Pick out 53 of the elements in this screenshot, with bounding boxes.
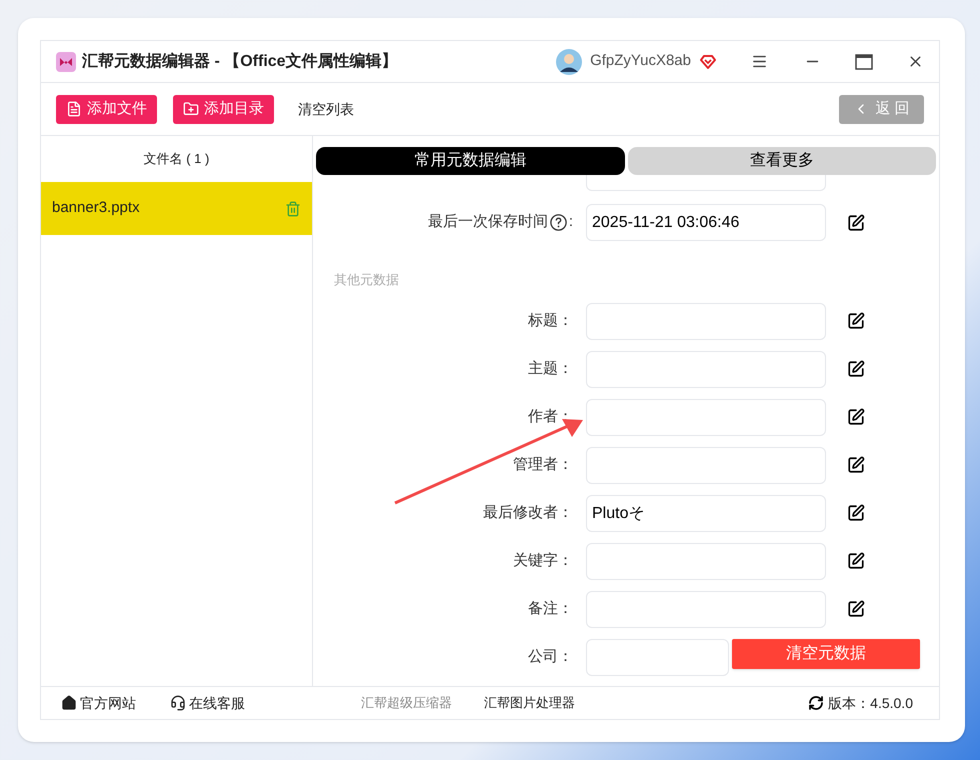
field-label: 标题： xyxy=(528,310,573,331)
username: GfpZyYucX8ab xyxy=(590,51,691,72)
field-label: 主题： xyxy=(528,358,573,379)
file-name: banner3.pptx xyxy=(52,198,140,218)
tab[interactable]: 查看更多 xyxy=(628,147,936,175)
maximize-icon[interactable] xyxy=(855,54,873,70)
avatar-icon[interactable] xyxy=(556,48,582,74)
product-link[interactable]: 汇帮图片处理器 xyxy=(484,693,575,713)
menu-icon[interactable] xyxy=(751,53,768,70)
folder-plus-icon xyxy=(183,101,199,117)
edit-icon[interactable] xyxy=(847,214,865,232)
edit-icon[interactable] xyxy=(847,600,865,618)
field-label: 管理者： xyxy=(513,454,573,475)
input-field[interactable] xyxy=(586,175,826,191)
headset-icon xyxy=(170,695,186,711)
home-icon xyxy=(61,695,77,711)
website-link[interactable]: 官方网站 xyxy=(61,692,136,714)
help-icon xyxy=(550,214,567,231)
edit-icon[interactable] xyxy=(847,456,865,474)
edit-icon[interactable] xyxy=(847,312,865,330)
edit-icon[interactable] xyxy=(847,408,865,426)
input-field[interactable]: Plutoそ xyxy=(586,494,826,532)
file-icon xyxy=(66,101,82,117)
section-title: 其他元数据 xyxy=(334,272,399,287)
clear-list-button[interactable]: 清空列表 xyxy=(290,94,362,124)
field-label: 公司： xyxy=(528,646,573,667)
input-field[interactable] xyxy=(586,350,826,388)
support-link[interactable]: 在线客服 xyxy=(170,692,245,714)
input-field[interactable]: 2025-11-21 03:06:46 xyxy=(586,204,826,241)
input-field[interactable] xyxy=(586,638,729,676)
toolbar-button[interactable]: 添加目录 xyxy=(173,94,274,124)
update-icon[interactable] xyxy=(808,695,824,711)
window-title: 汇帮元数据编辑器 - 【Office文件属性编辑】 xyxy=(82,51,398,72)
input-field[interactable] xyxy=(586,542,826,580)
field-label: 备注： xyxy=(528,598,573,619)
input-field[interactable] xyxy=(586,590,826,628)
edit-icon[interactable] xyxy=(847,552,865,570)
field-label: 关键字： xyxy=(513,550,573,571)
file-item[interactable]: banner3.pptx xyxy=(41,182,312,235)
app-logo-icon xyxy=(56,52,76,72)
input-field[interactable] xyxy=(586,302,826,340)
toolbar-button[interactable]: 添加文件 xyxy=(56,94,157,124)
colon: : xyxy=(568,212,573,232)
version-text: 版本：4.5.0.0 xyxy=(828,694,913,712)
tab[interactable]: 常用元数据编辑 xyxy=(316,147,624,175)
product-link[interactable]: 汇帮超级压缩器 xyxy=(361,693,452,713)
field-label: 最后修改者： xyxy=(483,502,573,523)
field-label: 最后一次保存时间 xyxy=(428,212,548,232)
input-field[interactable] xyxy=(586,398,826,436)
input-field[interactable] xyxy=(586,446,826,484)
edit-icon[interactable] xyxy=(847,504,865,522)
edit-icon[interactable] xyxy=(847,360,865,378)
column-header: 文件名 ( 1 ) xyxy=(144,150,210,168)
